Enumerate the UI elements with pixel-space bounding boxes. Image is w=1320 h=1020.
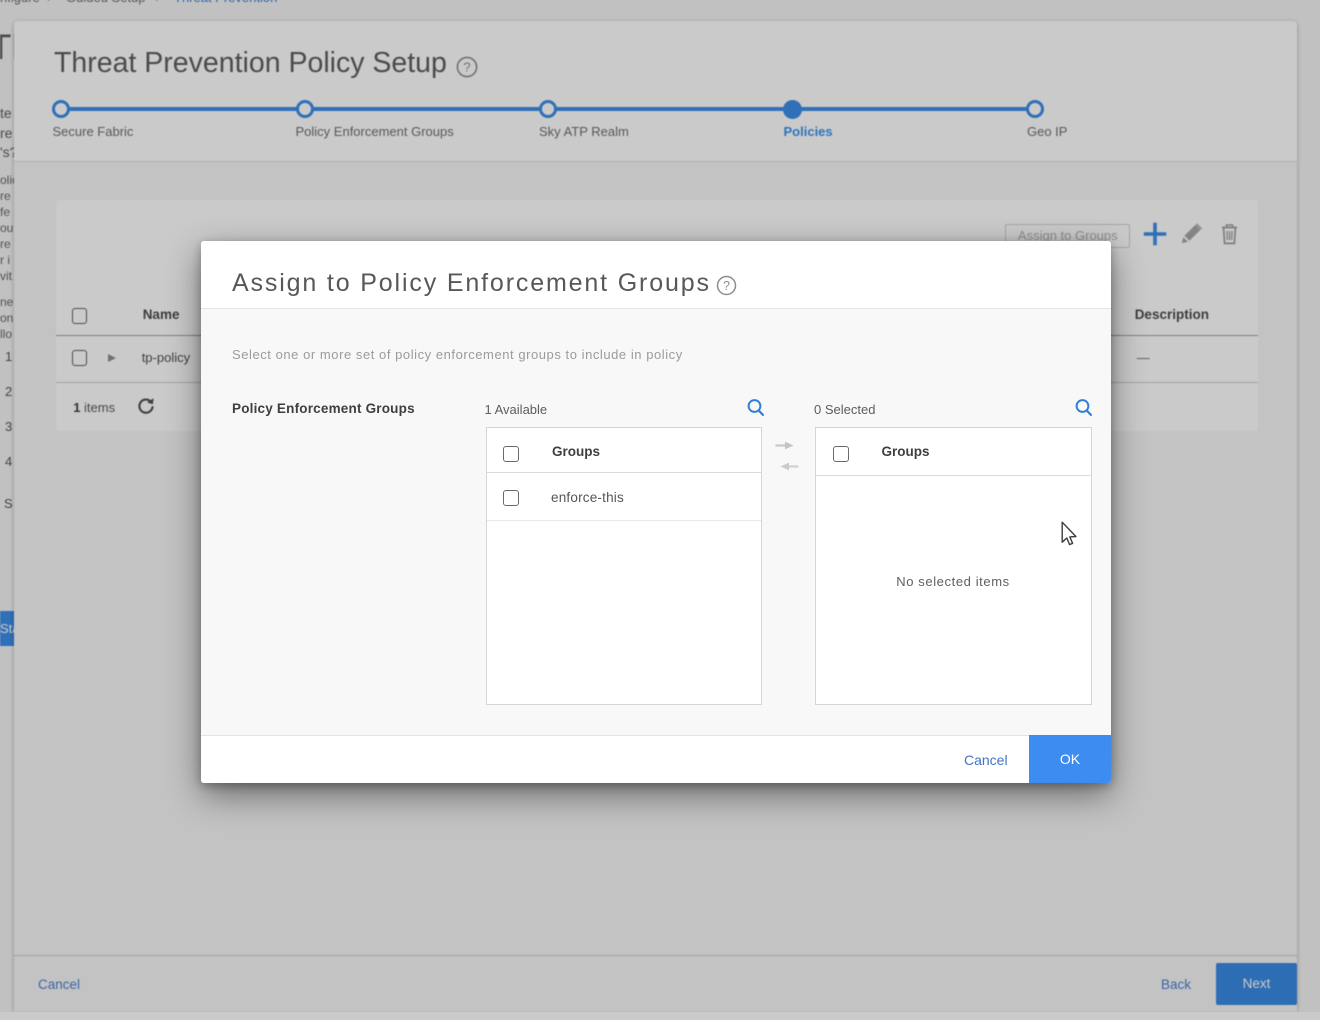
svg-text:?: ? — [723, 279, 730, 293]
